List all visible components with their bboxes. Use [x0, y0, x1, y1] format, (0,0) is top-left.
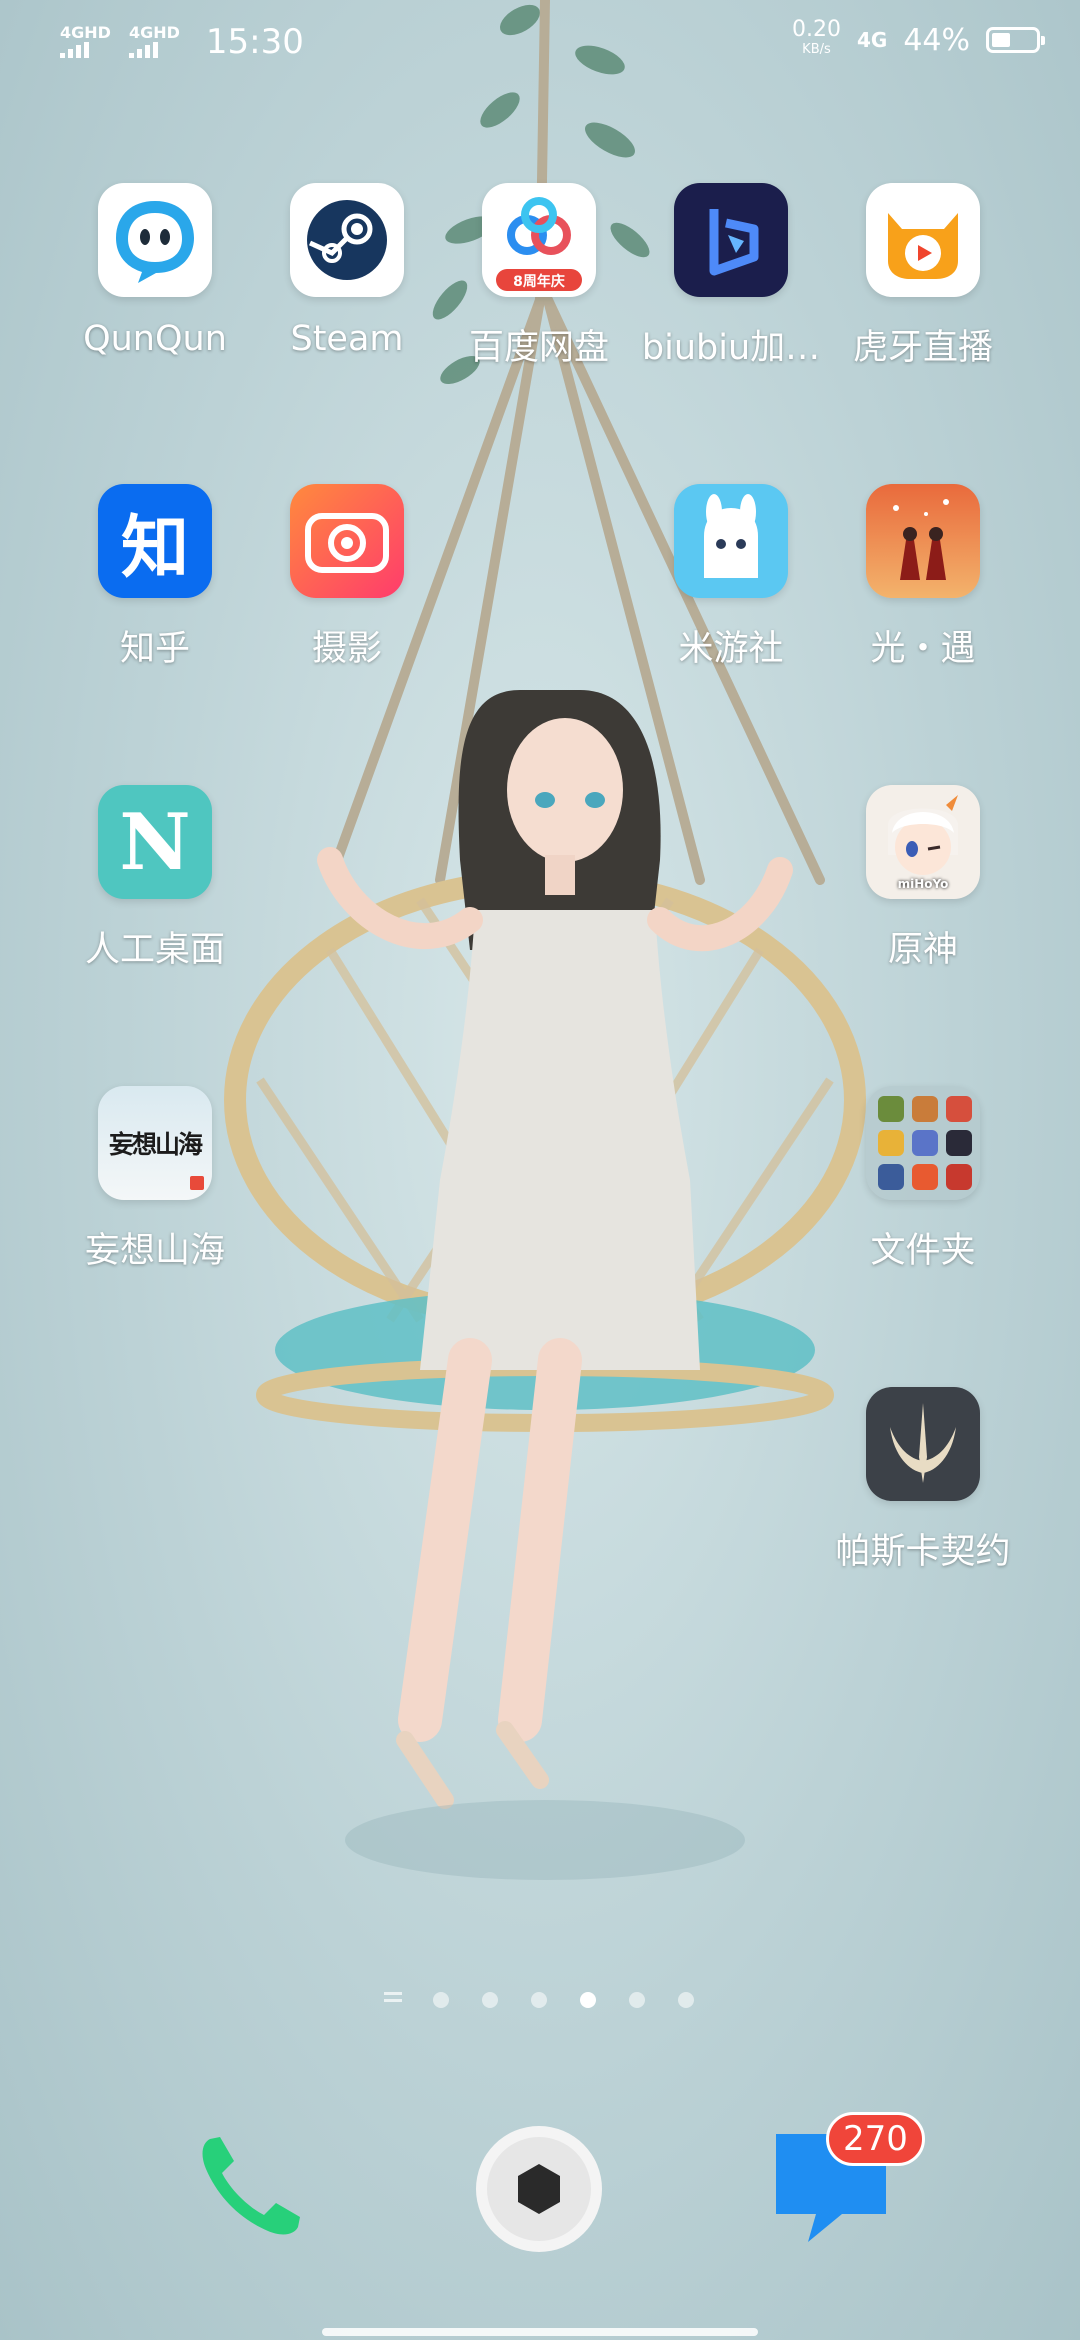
- app-label: 帕斯卡契约: [835, 1532, 1011, 1572]
- page-dot[interactable]: [433, 1992, 449, 2008]
- network-speed-unit: KB/s: [802, 42, 831, 57]
- app-label: Steam: [290, 319, 404, 359]
- page-dot[interactable]: [678, 1992, 694, 2008]
- app-wangxiang-shanhai[interactable]: 妄想山海 妄想山海: [65, 1086, 245, 1273]
- zhihu-icon-glyph: 知: [120, 508, 189, 588]
- artificial-desktop-glyph: N: [119, 796, 191, 888]
- app-label: 光・遇: [870, 629, 976, 669]
- folder-app-icon: [878, 1130, 904, 1156]
- baidu-netdisk-icon: 8周年庆: [482, 183, 596, 297]
- artificial-desktop-icon: N: [98, 785, 212, 899]
- app-label: 人工桌面: [84, 930, 225, 970]
- network-speed-value: 0.20: [791, 17, 841, 42]
- app-biubiu[interactable]: biubiu加…: [641, 183, 821, 370]
- dock-messages-button[interactable]: 270: [768, 2112, 925, 2250]
- app-label: 妄想山海: [84, 1231, 225, 1271]
- app-steam[interactable]: Steam: [257, 183, 437, 359]
- page-dot[interactable]: [629, 1992, 645, 2008]
- page-indicator: [0, 1992, 1080, 2012]
- page-dot-active[interactable]: [580, 1992, 596, 2008]
- page-indicator-menu[interactable]: [384, 1992, 402, 2006]
- folder-app-icon: [912, 1164, 938, 1190]
- app-label: biubiu加…: [641, 328, 821, 368]
- zhihu-icon: 知: [98, 484, 212, 598]
- status-bar: 4GHD 4GHD 15:30 0.20 KB/s 4G 44%: [0, 0, 1080, 86]
- wangxiang-shanhai-icon: 妄想山海: [98, 1086, 212, 1200]
- app-camera[interactable]: 摄影: [257, 484, 437, 671]
- app-label: 知乎: [119, 629, 190, 669]
- shutter-icon: [476, 2126, 602, 2252]
- network-type-1: 4GHD: [60, 23, 111, 42]
- app-label: 原神: [887, 930, 958, 970]
- phone-icon: [202, 2137, 300, 2235]
- page-dot[interactable]: [482, 1992, 498, 2008]
- qunqun-icon: [98, 183, 212, 297]
- app-label: QunQun: [83, 319, 227, 359]
- folder-app-icon: [878, 1164, 904, 1190]
- network-speed: 0.20 KB/s: [791, 17, 841, 60]
- app-qunqun[interactable]: QunQun: [65, 183, 245, 359]
- cellular-signal-1: 4GHD: [60, 23, 111, 58]
- folder-app-icon: [946, 1164, 972, 1190]
- anniversary-badge: 8周年庆: [513, 274, 565, 290]
- app-miyoushe[interactable]: 米游社: [641, 484, 821, 671]
- network-type-3: 4G: [856, 28, 888, 52]
- folder-app-icon: [912, 1130, 938, 1156]
- pascal-contract-icon: [866, 1387, 980, 1501]
- camera-icon: [290, 484, 404, 598]
- app-zhihu[interactable]: 知 知乎: [65, 484, 245, 671]
- miyoushe-icon: [674, 484, 788, 598]
- app-baidu-netdisk[interactable]: 8周年庆 百度网盘: [449, 183, 629, 370]
- folder-app-icon: [946, 1130, 972, 1156]
- app-label: 米游社: [678, 629, 784, 669]
- app-label: 百度网盘: [468, 328, 609, 368]
- home-indicator[interactable]: [322, 2328, 758, 2336]
- app-artificial-desktop[interactable]: N 人工桌面: [65, 785, 245, 972]
- app-folder[interactable]: 文件夹: [833, 1086, 1013, 1273]
- folder-app-icon: [912, 1096, 938, 1122]
- app-huya[interactable]: 虎牙直播: [833, 183, 1013, 370]
- folder-icon: [866, 1086, 980, 1200]
- app-genshin[interactable]: miHoYo 原神: [833, 785, 1013, 972]
- dock-phone-button[interactable]: [192, 2125, 312, 2245]
- battery-icon: [986, 27, 1045, 53]
- network-type-2: 4GHD: [128, 23, 180, 42]
- page-dot[interactable]: [531, 1992, 547, 2008]
- huya-icon: [866, 183, 980, 297]
- genshin-icon: miHoYo: [866, 785, 980, 899]
- dock-camera-button[interactable]: [474, 2124, 604, 2254]
- app-pascal-contract[interactable]: 帕斯卡契约: [833, 1387, 1013, 1574]
- clock: 15:30: [205, 22, 304, 62]
- app-label: 文件夹: [870, 1231, 976, 1271]
- mihoyo-logo: miHoYo: [897, 877, 949, 891]
- cellular-signal-2: 4GHD: [128, 23, 180, 58]
- wangxiang-shanhai-calligraphy: 妄想山海: [108, 1130, 203, 1159]
- folder-app-icon: [878, 1096, 904, 1122]
- sky-icon: [866, 484, 980, 598]
- app-label: 摄影: [311, 629, 382, 669]
- steam-icon: [290, 183, 404, 297]
- messages-unread-badge: 270: [826, 2112, 925, 2166]
- app-label: 虎牙直播: [852, 328, 993, 368]
- folder-app-icon: [946, 1096, 972, 1122]
- app-sky[interactable]: 光・遇: [833, 484, 1013, 671]
- battery-percent: 44%: [903, 22, 970, 58]
- biubiu-icon: [674, 183, 788, 297]
